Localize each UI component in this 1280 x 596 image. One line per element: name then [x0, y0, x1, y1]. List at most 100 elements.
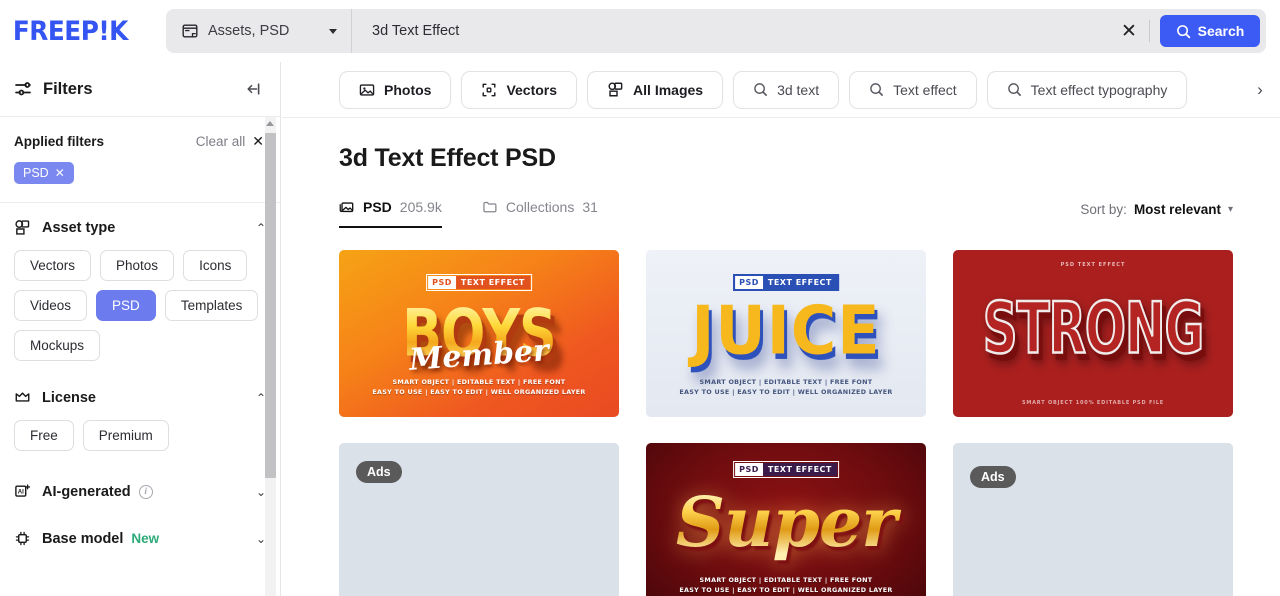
result-card-ad-left[interactable]: Ads [339, 443, 619, 596]
search-icon [869, 82, 884, 97]
result-card-juice[interactable]: PSD TEXT EFFECT JUICE SMART OBJECT | EDI… [646, 250, 926, 417]
filter-section-ai-generated: AI AI-generated i ⌄ [0, 457, 280, 500]
card-artwork: PSD TEXT EFFECT BOYS Member SMART OBJECT… [339, 250, 619, 417]
card-top-tiny-text: PSD TEXT EFFECT [953, 262, 1233, 269]
sort-by-value: Most relevant [1134, 202, 1221, 217]
chips-next-arrow-icon[interactable]: › [1244, 71, 1276, 109]
search-input[interactable] [372, 23, 1109, 39]
asset-type-options: Vectors Photos Icons Videos PSD Template… [14, 250, 266, 361]
card-ribbon-psd: PSD [735, 463, 763, 476]
results-area: 3d Text Effect PSD PSD 205.9k [282, 118, 1280, 596]
license-options: Free Premium [14, 420, 266, 451]
clear-all-x-icon: ✕ [252, 133, 264, 150]
asset-type-icon [14, 219, 31, 236]
filter-pill-premium[interactable]: Premium [83, 420, 169, 451]
clear-all-button[interactable]: Clear all ✕ [196, 133, 264, 150]
tab-collections[interactable]: Collections 31 [482, 199, 598, 228]
quick-chip-text-effect-typography[interactable]: Text effect typography [987, 71, 1188, 109]
card-sub-line-2: EASY TO USE | EASY TO EDIT | WELL ORGANI… [646, 586, 926, 595]
card-ribbon: PSD TEXT EFFECT [426, 274, 532, 291]
card-ribbon-effect: TEXT EFFECT [763, 276, 837, 289]
quick-chip-3d-text[interactable]: 3d text [733, 71, 839, 109]
ai-generated-icon: AI [14, 483, 31, 500]
quick-chip-photos[interactable]: Photos [339, 71, 451, 109]
info-icon[interactable]: i [139, 485, 153, 499]
card-sub-line-2: EASY TO USE | EASY TO EDIT | WELL ORGANI… [646, 388, 926, 397]
filters-sidebar: Filters Applied filters Clear all ✕ PSD [0, 62, 281, 596]
quick-chip-label: Text effect [893, 82, 957, 98]
tab-psd[interactable]: PSD 205.9k [339, 199, 442, 228]
card-ribbon-effect: TEXT EFFECT [456, 276, 530, 289]
applied-filters-title: Applied filters [14, 134, 196, 149]
filters-title: Filters [43, 80, 240, 99]
search-input-wrap[interactable] [352, 9, 1109, 53]
filter-pill-icons[interactable]: Icons [183, 250, 247, 281]
ads-badge[interactable]: Ads [356, 461, 402, 483]
card-ribbon-psd: PSD [735, 276, 763, 289]
filter-pill-mockups[interactable]: Mockups [14, 330, 100, 361]
clear-all-label: Clear all [196, 134, 246, 149]
close-icon: ✕ [55, 166, 65, 180]
filter-pill-templates[interactable]: Templates [165, 290, 259, 321]
sidebar-scrollbar-thumb[interactable] [265, 133, 276, 478]
quick-chip-label: Photos [384, 82, 431, 98]
quick-chip-text-effect[interactable]: Text effect [849, 71, 977, 109]
filter-pill-psd[interactable]: PSD [96, 290, 156, 321]
clear-search-button[interactable]: ✕ [1109, 9, 1149, 53]
sidebar-scroll-area: Applied filters Clear all ✕ PSD ✕ [0, 117, 280, 596]
card-word: JUICE [646, 291, 926, 370]
collapse-sidebar-icon[interactable] [240, 76, 266, 102]
freepik-logo[interactable]: FREEP!K [13, 16, 128, 47]
card-artwork: PSD TEXT EFFECT STRONG SMART OBJECT 100%… [953, 250, 1233, 417]
assets-icon [182, 23, 198, 39]
result-card-boys[interactable]: PSD TEXT EFFECT BOYS Member SMART OBJECT… [339, 250, 619, 417]
filter-pill-free[interactable]: Free [14, 420, 74, 451]
card-sub-line-2: EASY TO USE | EASY TO EDIT | WELL ORGANI… [339, 388, 619, 397]
quick-chip-label: All Images [633, 82, 703, 98]
search-button[interactable]: Search [1160, 15, 1260, 47]
folder-icon [482, 199, 498, 215]
quick-chip-all-images[interactable]: All Images [587, 71, 723, 109]
filters-header: Filters [0, 62, 280, 117]
search-icon [1007, 82, 1022, 97]
filter-section-header-base-model[interactable]: Base model New ⌄ [14, 530, 266, 547]
tab-psd-label: PSD [363, 199, 392, 215]
applied-chip-label: PSD [23, 166, 49, 180]
tab-psd-count: 205.9k [400, 199, 442, 215]
filters-icon [14, 80, 32, 98]
quick-filter-chips-row: Photos Vectors All Images [282, 62, 1280, 118]
result-card-ad-right[interactable]: Ads [953, 443, 1233, 596]
filter-section-header-license[interactable]: License ⌃ [14, 389, 266, 406]
new-badge: New [131, 531, 159, 546]
psd-icon [339, 199, 355, 215]
sort-by-control[interactable]: Sort by: Most relevant ▾ [1080, 202, 1233, 217]
filter-pill-vectors[interactable]: Vectors [14, 250, 91, 281]
main-content: Photos Vectors All Images [282, 62, 1280, 596]
quick-chip-vectors[interactable]: Vectors [461, 71, 577, 109]
result-card-strong[interactable]: PSD TEXT EFFECT STRONG SMART OBJECT 100%… [953, 250, 1233, 417]
asset-type-select[interactable]: Assets, PSD [166, 9, 352, 53]
vector-icon [481, 82, 497, 98]
filter-section-title: Asset type [42, 220, 256, 236]
quick-chip-label: Vectors [506, 82, 557, 98]
card-sub-line-1: SMART OBJECT | EDITABLE TEXT | FREE FONT [646, 576, 926, 585]
filter-section-header-asset-type[interactable]: Asset type ⌃ [14, 219, 266, 236]
card-artwork: PSD TEXT EFFECT Super SMART OBJECT | EDI… [646, 443, 926, 596]
search-icon [1176, 24, 1191, 39]
all-images-icon [607, 81, 624, 98]
card-sub-line-1: SMART OBJECT | EDITABLE TEXT | FREE FONT [339, 378, 619, 387]
ads-badge[interactable]: Ads [970, 466, 1016, 488]
asset-type-label: Assets, PSD [208, 23, 319, 39]
top-header: FREEP!K Assets, PSD ✕ [0, 0, 1280, 62]
scroll-up-arrow-icon[interactable] [266, 121, 274, 126]
applied-chip-psd[interactable]: PSD ✕ [14, 162, 74, 184]
search-divider [1149, 20, 1150, 42]
chevron-down-icon: ▾ [1228, 204, 1233, 215]
filter-pill-photos[interactable]: Photos [100, 250, 174, 281]
filter-pill-videos[interactable]: Videos [14, 290, 87, 321]
filter-section-header-ai-generated[interactable]: AI AI-generated i ⌄ [14, 483, 266, 500]
tab-collections-count: 31 [582, 199, 598, 215]
card-artwork: PSD TEXT EFFECT JUICE SMART OBJECT | EDI… [646, 250, 926, 417]
tab-collections-label: Collections [506, 199, 574, 215]
result-card-super[interactable]: PSD TEXT EFFECT Super SMART OBJECT | EDI… [646, 443, 926, 596]
